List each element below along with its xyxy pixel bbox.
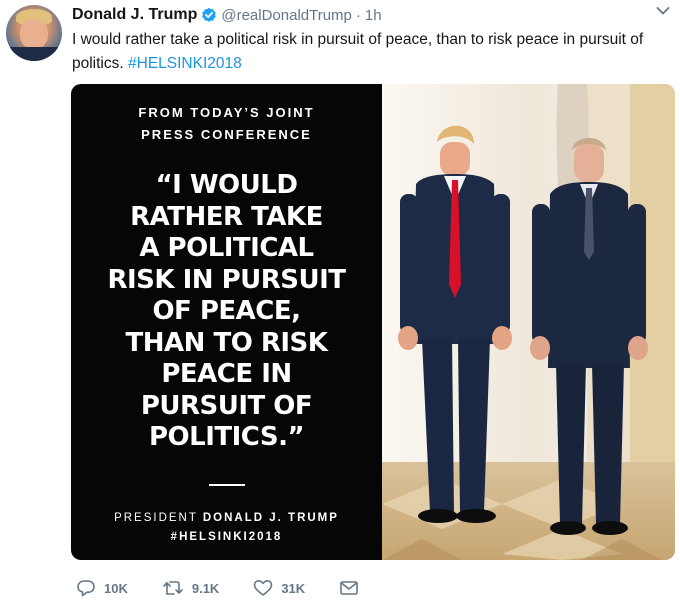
quote-line: PEACE IN: [161, 359, 292, 389]
like-button[interactable]: 31K: [253, 579, 305, 597]
avatar[interactable]: [6, 5, 62, 61]
reply-button[interactable]: 10K: [76, 579, 128, 597]
retweet-count: 9.1K: [191, 580, 220, 596]
reply-icon: [77, 580, 95, 597]
tweet-header: Donald J. Trump @realDonaldTrump · 1h: [72, 4, 670, 26]
attr-prefix: PRESIDENT: [114, 512, 203, 524]
quote-line: RISK IN PURSUIT: [107, 264, 346, 295]
chevron-down-icon[interactable]: [656, 6, 670, 16]
tweet-actions: 10K 9.1K 31K: [76, 576, 401, 600]
tweet-media[interactable]: FROM TODAY’S JOINT PRESS CONFERENCE “I W…: [71, 84, 675, 560]
like-count: 31K: [281, 580, 306, 596]
attr-name: DONALD J. TRUMP: [202, 512, 339, 524]
quote-line: POLITICS.”: [148, 422, 305, 452]
quote-line: RATHER TAKE: [130, 201, 323, 232]
verified-badge-icon: [201, 7, 217, 23]
card-kicker-line: FROM TODAY’S JOINT: [138, 105, 315, 120]
retweet-icon: [163, 581, 183, 595]
quote-line: THAN TO RISK: [125, 327, 328, 358]
card-quote: “I WOULD RATHER TAKE A POLITICAL RISK IN…: [71, 170, 382, 454]
hashtag-link[interactable]: #HELSINKI2018: [128, 55, 242, 72]
avatar-face: [20, 19, 48, 49]
message-icon: [340, 581, 358, 595]
retweet-button[interactable]: 9.1K: [162, 579, 219, 597]
author-handle[interactable]: @realDonaldTrump: [221, 7, 352, 24]
avatar-suit: [6, 47, 62, 61]
press-photo-illustration: [382, 84, 675, 560]
card-kicker-line: PRESS CONFERENCE: [141, 127, 312, 142]
reply-count: 10K: [104, 580, 128, 596]
like-icon: [254, 580, 273, 596]
quote-line: PURSUIT OF: [140, 390, 313, 421]
attr-hashtag: #HELSINKI2018: [170, 531, 283, 543]
quote-card: FROM TODAY’S JOINT PRESS CONFERENCE “I W…: [71, 84, 382, 560]
quote-line: A POLITICAL: [139, 233, 314, 263]
message-button[interactable]: [339, 579, 367, 597]
card-divider: [209, 484, 245, 486]
author-name[interactable]: Donald J. Trump: [72, 6, 197, 24]
press-photo: [382, 84, 675, 560]
separator-dot: ·: [355, 6, 361, 24]
card-attribution: PRESIDENT DONALD J. TRUMP #HELSINKI2018: [71, 509, 382, 547]
timestamp[interactable]: 1h: [365, 7, 382, 24]
card-kicker: FROM TODAY’S JOINT PRESS CONFERENCE: [71, 102, 382, 146]
tweet-text: I would rather take a political risk in …: [72, 28, 672, 76]
quote-line: OF PEACE,: [152, 296, 301, 326]
quote-line: “I WOULD: [155, 170, 298, 200]
